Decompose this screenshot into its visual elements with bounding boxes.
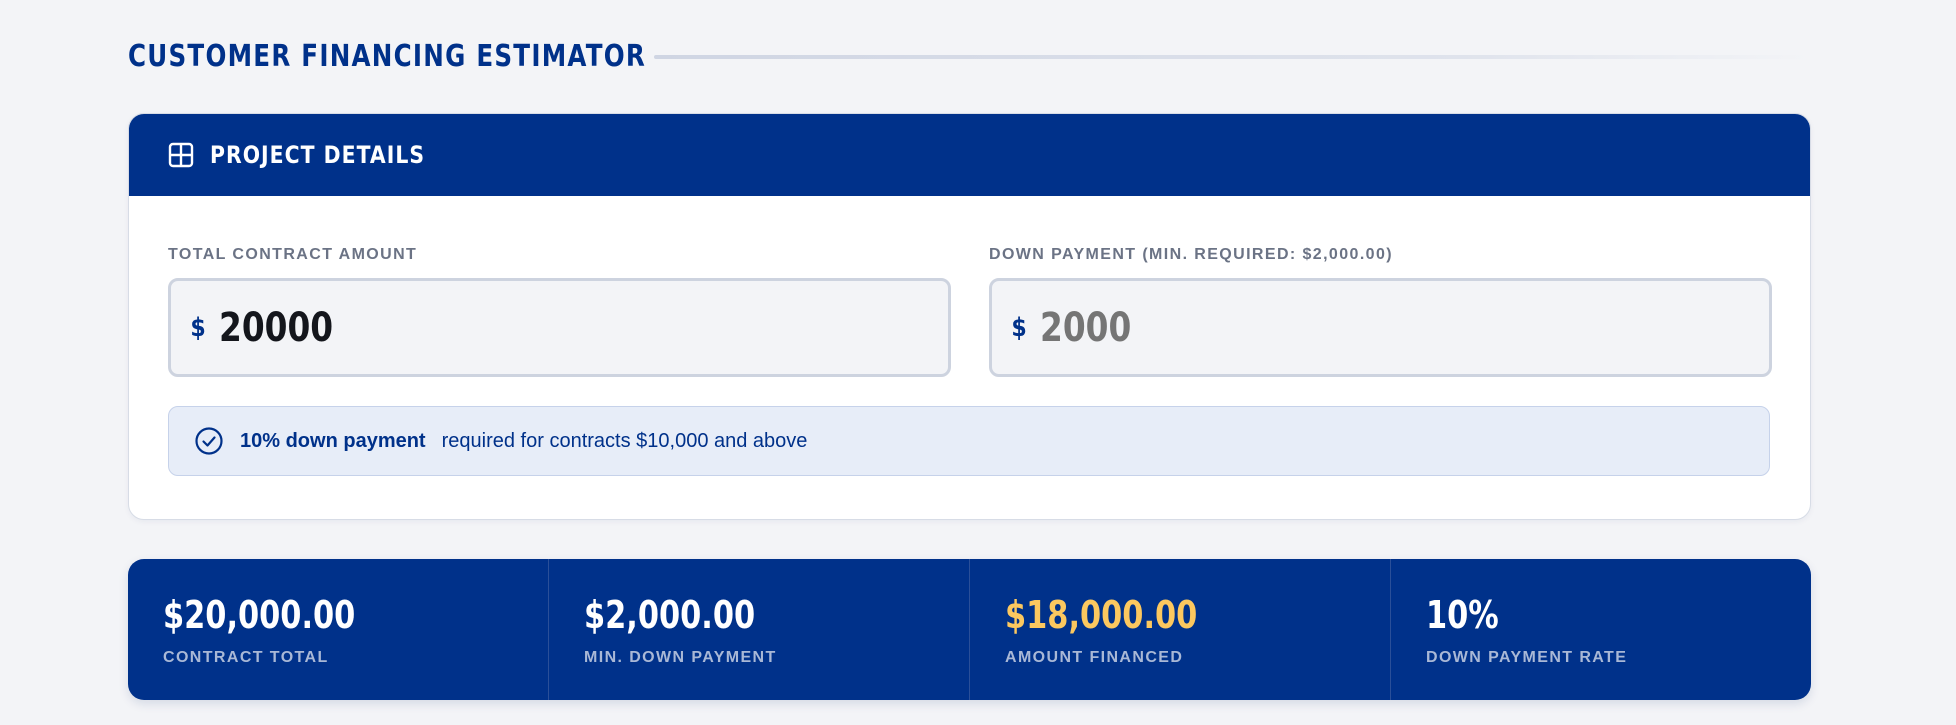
title-row: CUSTOMER FINANCING ESTIMATOR xyxy=(128,36,1811,76)
project-details-title: PROJECT DETAILS xyxy=(210,141,426,169)
down-payment-label: DOWN PAYMENT (MIN. REQUIRED: $2,000.00) xyxy=(989,246,1393,263)
contract-amount-input[interactable] xyxy=(219,304,712,351)
down-payment-requirement-note: 10% down payment required for contracts … xyxy=(168,406,1770,476)
stat-value: $18,000.00 xyxy=(1005,593,1198,637)
stat-value: 10% xyxy=(1426,593,1499,637)
stat-min-down-payment: $2,000.00 MIN. DOWN PAYMENT xyxy=(548,559,969,700)
page-title: CUSTOMER FINANCING ESTIMATOR xyxy=(128,38,647,74)
contract-amount-input-box[interactable]: $ xyxy=(168,278,951,377)
contract-amount-field: TOTAL CONTRACT AMOUNT $ xyxy=(168,244,951,377)
down-payment-field: DOWN PAYMENT (MIN. REQUIRED: $2,000.00) … xyxy=(989,244,1772,377)
contract-currency-symbol: $ xyxy=(190,312,206,343)
stat-value: $20,000.00 xyxy=(163,593,356,637)
check-circle-icon xyxy=(194,426,224,456)
grid-icon xyxy=(168,142,194,168)
stat-label: DOWN PAYMENT RATE xyxy=(1426,649,1628,666)
down-payment-input-box[interactable]: $ xyxy=(989,278,1772,377)
project-details-header: PROJECT DETAILS xyxy=(129,114,1810,196)
stat-label: AMOUNT FINANCED xyxy=(1005,649,1184,666)
note-text: required for contracts $10,000 and above xyxy=(441,429,808,452)
contract-amount-label: TOTAL CONTRACT AMOUNT xyxy=(168,246,418,263)
down-payment-currency-symbol: $ xyxy=(1011,312,1027,343)
financing-summary-bar: $20,000.00 CONTRACT TOTAL $2,000.00 MIN.… xyxy=(128,559,1811,700)
stat-label: MIN. DOWN PAYMENT xyxy=(584,649,777,666)
stat-down-payment-rate: 10% DOWN PAYMENT RATE xyxy=(1390,559,1811,700)
down-payment-input[interactable] xyxy=(1040,304,1533,351)
project-details-card: PROJECT DETAILS TOTAL CONTRACT AMOUNT $ … xyxy=(128,113,1811,520)
stat-amount-financed: $18,000.00 AMOUNT FINANCED xyxy=(969,559,1390,700)
stat-contract-total: $20,000.00 CONTRACT TOTAL xyxy=(128,559,548,700)
stat-value: $2,000.00 xyxy=(584,593,756,637)
note-strong-text: 10% down payment xyxy=(240,429,426,452)
title-divider xyxy=(654,55,1809,59)
stat-label: CONTRACT TOTAL xyxy=(163,649,329,666)
